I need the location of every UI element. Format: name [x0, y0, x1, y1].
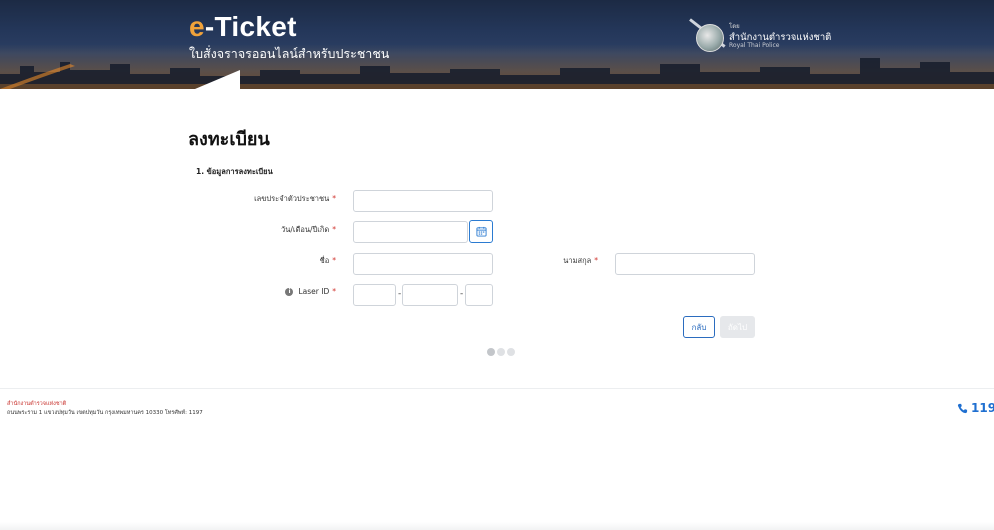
first-name-input[interactable]	[353, 253, 493, 275]
laser-id-label: i Laser ID *	[285, 287, 336, 296]
logo-text: -Ticket	[204, 11, 297, 42]
required-mark: *	[332, 256, 336, 265]
page-title: ลงทะเบียน	[188, 129, 270, 150]
last-name-input[interactable]	[615, 253, 755, 275]
next-button[interactable]: ถัดไป	[720, 316, 755, 338]
logo-prefix: e	[189, 11, 205, 42]
logo-subtitle: ใบสั่งจราจรออนไลน์สำหรับประชาชน	[189, 46, 390, 61]
step-dot-3	[507, 348, 515, 356]
eticket-logo[interactable]: e-Ticket	[189, 11, 297, 43]
banner-diagonal-cut	[195, 70, 240, 89]
citizen-id-input[interactable]	[353, 190, 493, 212]
bottom-edge	[0, 522, 994, 530]
required-mark: *	[332, 287, 336, 296]
dob-label: วัน/เดือน/ปีเกิด *	[281, 225, 336, 234]
first-name-label: ชื่อ *	[319, 256, 336, 265]
required-mark: *	[332, 225, 336, 234]
laser-id-separator: -	[460, 289, 464, 299]
header-banner: e-Ticket ใบสั่งจราจรออนไลน์สำหรับประชาชน…	[0, 0, 994, 115]
required-mark: *	[332, 194, 336, 203]
footer-phone-link[interactable]: 1197	[957, 401, 994, 415]
step-dot-2	[497, 348, 505, 356]
last-name-label: นามสกุล *	[563, 256, 598, 265]
footer-org-name: สำนักงานตำรวจแห่งชาติ	[7, 401, 67, 407]
footer-address: ถนนพระราม 1 แขวงปทุมวัน เขตปทุมวัน กรุงเ…	[7, 410, 203, 416]
step-dot-1	[487, 348, 495, 356]
laser-id-part1-input[interactable]	[353, 284, 396, 306]
calendar-button[interactable]	[469, 220, 493, 243]
org-name-en: Royal Thai Police	[729, 42, 780, 49]
back-button[interactable]: กลับ	[683, 316, 715, 338]
phone-icon	[957, 403, 968, 413]
section-title: 1. ข้อมูลการลงทะเบียน	[196, 167, 273, 176]
laser-id-part3-input[interactable]	[465, 284, 493, 306]
step-indicator	[487, 348, 515, 356]
laser-id-separator: -	[398, 289, 402, 299]
info-icon[interactable]: i	[285, 288, 294, 296]
dob-input[interactable]	[353, 221, 468, 243]
city-skyline-image	[0, 58, 994, 89]
footer-divider	[0, 388, 994, 389]
required-mark: *	[594, 256, 598, 265]
laser-id-part2-input[interactable]	[402, 284, 458, 306]
calendar-icon	[475, 226, 487, 237]
footer-phone-number: 1197	[971, 401, 994, 415]
citizen-id-label: เลขประจำตัวประชาชน *	[254, 194, 336, 203]
banner-bottom-area	[0, 89, 994, 115]
police-seal-icon	[696, 24, 724, 52]
